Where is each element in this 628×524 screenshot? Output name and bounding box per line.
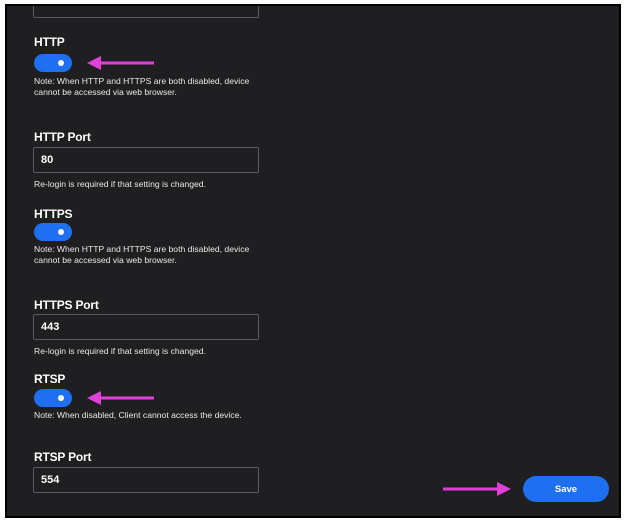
https-label: HTTPS	[34, 207, 73, 221]
previous-field-cut-off[interactable]	[33, 6, 259, 18]
rtsp-port-label: RTSP Port	[34, 450, 92, 464]
settings-panel: HTTP Note: When HTTP and HTTPS are both …	[5, 4, 621, 518]
rtsp-label: RTSP	[34, 372, 66, 386]
http-toggle[interactable]	[34, 54, 72, 72]
https-toggle[interactable]	[34, 223, 72, 241]
rtsp-port-input[interactable]	[33, 467, 259, 493]
http-label: HTTP	[34, 35, 65, 49]
rtsp-toggle[interactable]	[34, 389, 72, 407]
https-port-input[interactable]	[33, 314, 259, 340]
annotation-arrow-icon	[87, 56, 154, 70]
save-button[interactable]: Save	[523, 476, 609, 502]
http-port-hint: Re-login is required if that setting is …	[34, 179, 206, 189]
rtsp-note: Note: When disabled, Client cannot acces…	[34, 410, 242, 420]
annotation-arrow-icon	[443, 482, 511, 496]
http-port-input[interactable]	[33, 147, 259, 173]
annotation-arrow-icon	[87, 391, 154, 405]
toggle-knob	[58, 229, 64, 235]
http-port-label: HTTP Port	[34, 130, 91, 144]
https-note: Note: When HTTP and HTTPS are both disab…	[34, 244, 250, 265]
https-port-label: HTTPS Port	[34, 298, 99, 312]
toggle-knob	[58, 60, 64, 66]
http-note: Note: When HTTP and HTTPS are both disab…	[34, 76, 250, 97]
toggle-knob	[58, 395, 64, 401]
https-port-hint: Re-login is required if that setting is …	[34, 346, 206, 356]
